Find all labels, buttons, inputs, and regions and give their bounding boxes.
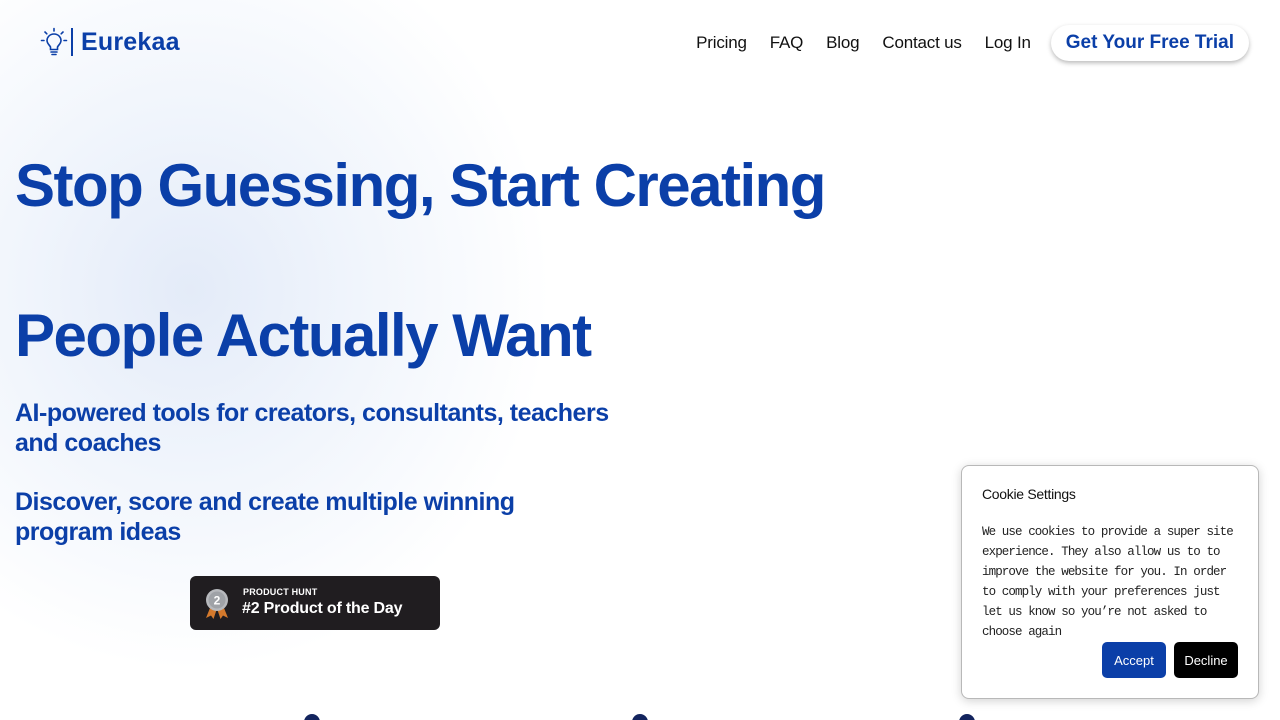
section-dot (304, 714, 320, 720)
decline-cookies-button[interactable]: Decline (1174, 642, 1238, 678)
product-hunt-award: #2 Product of the Day (242, 600, 403, 617)
nav-link-faq[interactable]: FAQ (770, 33, 804, 53)
hero-title-line1: Stop Guessing, Start Creating (15, 152, 826, 219)
product-hunt-label: PRODUCT HUNT (243, 587, 318, 597)
brand-name: Eurekaa (81, 27, 180, 56)
cookie-settings-dialog: Cookie Settings We use cookies to provid… (961, 465, 1259, 699)
nav-link-login[interactable]: Log In (985, 33, 1031, 53)
lightbulb-icon (40, 27, 68, 56)
product-hunt-badge[interactable]: 2 PRODUCT HUNT #2 Product of the Day (190, 576, 440, 630)
nav-link-blog[interactable]: Blog (826, 33, 859, 53)
cookie-dialog-text: We use cookies to provide a super site e… (982, 525, 1234, 639)
section-dot (632, 714, 648, 720)
logo-divider (71, 28, 73, 56)
nav-link-pricing[interactable]: Pricing (696, 33, 747, 53)
hero-title-line2: People Actually Want (15, 302, 592, 369)
section-dot (959, 714, 975, 720)
silver-medal-icon: 2 (206, 589, 228, 619)
hero-subtitle-audience: AI-powered tools for creators, consultan… (15, 399, 609, 457)
hero-subtitle-value: Discover, score and create multiple winn… (15, 488, 515, 546)
nav-link-contact[interactable]: Contact us (882, 33, 961, 53)
accept-cookies-button[interactable]: Accept (1102, 642, 1166, 678)
cookie-dialog-title: Cookie Settings (982, 486, 1076, 502)
main-nav: Pricing FAQ Blog Contact us Log In Get Y… (696, 25, 1249, 61)
free-trial-button[interactable]: Get Your Free Trial (1050, 25, 1249, 61)
landing-page: Eurekaa Pricing FAQ Blog Contact us Log … (0, 0, 1280, 720)
svg-text:2: 2 (214, 594, 221, 608)
brand-logo[interactable]: Eurekaa (40, 26, 180, 58)
